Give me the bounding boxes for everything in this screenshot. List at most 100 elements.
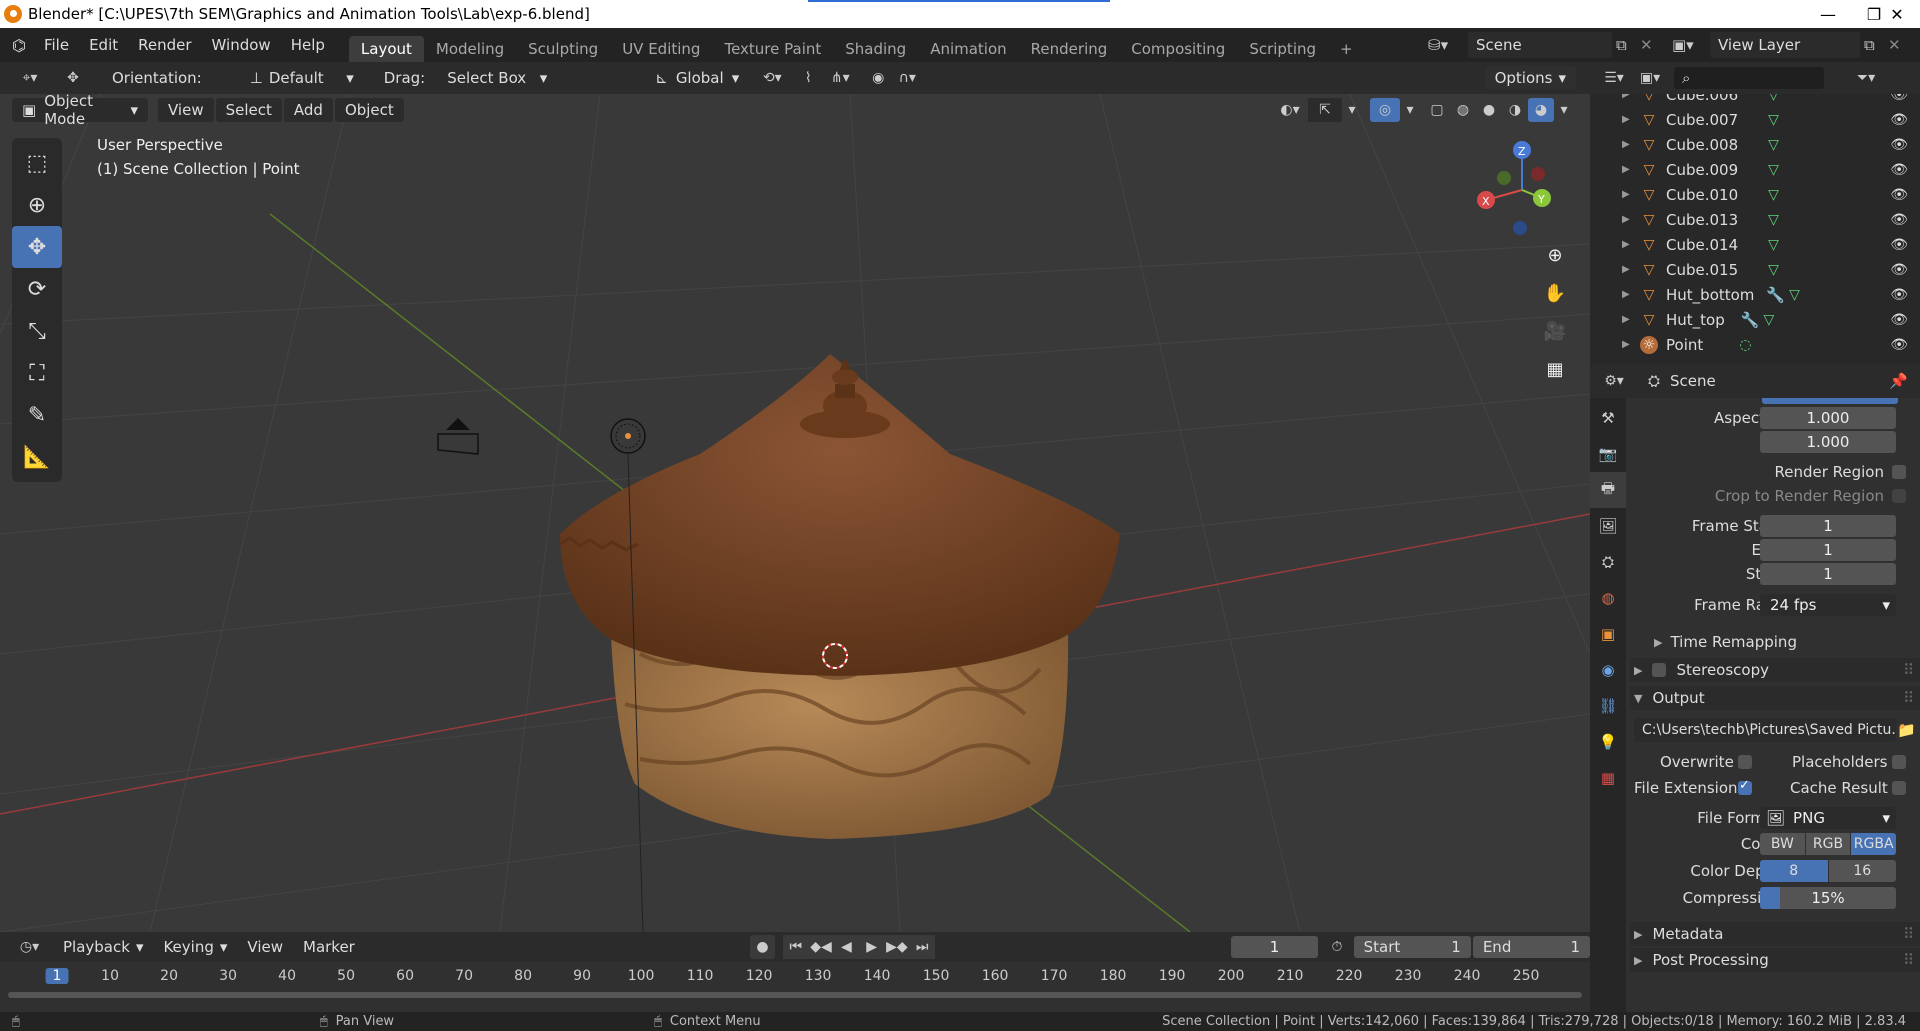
view-layer-tab-icon[interactable]: 🖼 bbox=[1590, 508, 1626, 544]
gizmo-icon[interactable]: ⇱ bbox=[1308, 98, 1342, 122]
zoom-icon[interactable]: ⊕ bbox=[1538, 238, 1572, 272]
eye-icon[interactable]: 👁 bbox=[1890, 337, 1908, 353]
eye-icon[interactable]: 👁 bbox=[1890, 137, 1908, 153]
world-tab-icon[interactable]: ◍ bbox=[1590, 580, 1626, 616]
metadata-panel[interactable]: ▶ Metadata ⠿ bbox=[1630, 922, 1920, 946]
add-workspace-icon[interactable]: + bbox=[1328, 36, 1365, 62]
color-depth-8-button[interactable]: 8 bbox=[1760, 860, 1828, 882]
drag-handle-icon[interactable]: ⠿ bbox=[1903, 689, 1914, 707]
outliner-row-hut-top[interactable]: ▶ ▽ Hut_top 🔧 ▽ 👁 bbox=[1590, 307, 1920, 332]
tab-uv-editing[interactable]: UV Editing bbox=[610, 36, 712, 62]
outliner-row-cube-006[interactable]: ▶ ▽ Cube.006 ▽ 👁 bbox=[1590, 94, 1920, 107]
tab-animation[interactable]: Animation bbox=[918, 36, 1018, 62]
measure-tool-icon[interactable]: 📐 bbox=[12, 436, 62, 478]
material-shading-icon[interactable]: ◑ bbox=[1502, 98, 1528, 122]
eye-icon[interactable]: 👁 bbox=[1890, 287, 1908, 303]
xray-icon[interactable]: ▢ bbox=[1424, 98, 1450, 122]
outliner-search-input[interactable]: ⌕ bbox=[1674, 67, 1824, 89]
scene-tab-icon[interactable]: ⛭ bbox=[1590, 544, 1626, 580]
view-layer-icon[interactable]: ▣▾ bbox=[1672, 32, 1708, 58]
transform-orientation-dropdown[interactable]: ⊾ Global ▾ bbox=[647, 66, 748, 90]
eye-icon[interactable]: 👁 bbox=[1890, 262, 1908, 278]
tab-sculpting[interactable]: Sculpting bbox=[516, 36, 610, 62]
falloff-icon[interactable]: ∩▾ bbox=[891, 66, 923, 90]
drag-handle-icon[interactable]: ⠿ bbox=[1903, 951, 1914, 969]
cache-result-checkbox[interactable] bbox=[1892, 781, 1906, 795]
file-extensions-checkbox[interactable] bbox=[1738, 778, 1752, 795]
delete-scene-icon[interactable]: ✕ bbox=[1640, 32, 1660, 58]
eye-icon[interactable]: 👁 bbox=[1890, 312, 1908, 328]
menu-render[interactable]: Render bbox=[128, 36, 201, 54]
hut-model[interactable] bbox=[559, 354, 1120, 839]
stereoscopy-panel[interactable]: ▶ Stereoscopy ⠿ bbox=[1630, 658, 1920, 682]
delete-view-layer-icon[interactable]: ✕ bbox=[1888, 32, 1908, 58]
tab-shading[interactable]: Shading bbox=[833, 36, 918, 62]
chevron-down-icon[interactable]: ▾ bbox=[1400, 98, 1420, 122]
annotate-tool-icon[interactable]: ✎ bbox=[12, 394, 62, 436]
render-region-checkbox[interactable] bbox=[1892, 465, 1906, 479]
post-processing-panel[interactable]: ▶ Post Processing ⠿ bbox=[1630, 948, 1920, 972]
blender-menu-icon[interactable]: ⌬ bbox=[12, 36, 26, 55]
menu-window[interactable]: Window bbox=[202, 36, 281, 54]
expand-icon[interactable]: ▶ bbox=[1622, 289, 1634, 300]
expand-icon[interactable]: ▶ bbox=[1622, 314, 1634, 325]
outliner-row-cube-010[interactable]: ▶ ▽ Cube.010 ▽ 👁 bbox=[1590, 182, 1920, 207]
tab-rendering[interactable]: Rendering bbox=[1019, 36, 1120, 62]
output-path-field[interactable]: C:\Users\techb\Pictures\Saved Pictu... bbox=[1634, 718, 1896, 742]
select-box-tool-icon[interactable]: ⬚ bbox=[12, 142, 62, 184]
rotate-tool-icon[interactable]: ⟳ bbox=[12, 268, 62, 310]
chevron-down-icon[interactable]: ▾ bbox=[1342, 98, 1362, 122]
editor-type-icon[interactable]: ⌖▾ bbox=[12, 66, 48, 90]
eye-icon[interactable]: 👁 bbox=[1890, 187, 1908, 203]
color-rgba-button[interactable]: RGBA bbox=[1851, 833, 1897, 855]
outliner-row-cube-014[interactable]: ▶ ▽ Cube.014 ▽ 👁 bbox=[1590, 232, 1920, 257]
time-remapping-panel[interactable]: ▶ Time Remapping bbox=[1630, 630, 1920, 654]
crop-region-checkbox[interactable] bbox=[1892, 489, 1906, 503]
expand-icon[interactable]: ▶ bbox=[1622, 114, 1634, 125]
scene-field[interactable]: Scene bbox=[1468, 32, 1612, 58]
expand-icon[interactable]: ▶ bbox=[1622, 189, 1634, 200]
eye-icon[interactable]: 👁 bbox=[1890, 162, 1908, 178]
output-tab-icon[interactable]: 🖶 bbox=[1590, 472, 1626, 508]
aspect-y-field[interactable]: 1.000 bbox=[1760, 431, 1896, 453]
display-mode-icon[interactable]: ▣▾ bbox=[1632, 66, 1668, 90]
outliner-editor-icon[interactable]: ☰▾ bbox=[1596, 66, 1632, 90]
eye-icon[interactable]: 👁 bbox=[1890, 237, 1908, 253]
solid-shading-icon[interactable]: ● bbox=[1476, 98, 1502, 122]
navigation-gizmo[interactable]: Z X Y bbox=[1477, 141, 1551, 235]
chevron-down-icon[interactable]: ▾ bbox=[1554, 98, 1574, 122]
tool-tab-icon[interactable]: ⚒ bbox=[1590, 400, 1626, 436]
frame-rate-dropdown[interactable]: 24 fps ▾ bbox=[1760, 594, 1896, 616]
transform-tool-icon[interactable]: ⛶ bbox=[12, 352, 62, 394]
wireframe-shading-icon[interactable]: ◍ bbox=[1450, 98, 1476, 122]
eye-icon[interactable]: 👁 bbox=[1890, 94, 1908, 103]
drag-handle-icon[interactable]: ⠿ bbox=[1903, 925, 1914, 943]
filter-icon[interactable]: ⏷▾ bbox=[1848, 66, 1884, 90]
outliner-row-cube-008[interactable]: ▶ ▽ Cube.008 ▽ 👁 bbox=[1590, 132, 1920, 157]
frame-step-field[interactable]: 1 bbox=[1760, 563, 1896, 585]
expand-icon[interactable]: ▶ bbox=[1622, 339, 1634, 350]
cursor-tool-icon[interactable]: ⊕ bbox=[12, 184, 62, 226]
overwrite-checkbox[interactable] bbox=[1738, 755, 1752, 769]
options-button[interactable]: Options ▾ bbox=[1484, 66, 1576, 90]
move-tool-icon[interactable]: ✥ bbox=[12, 226, 62, 268]
expand-icon[interactable]: ▶ bbox=[1622, 214, 1634, 225]
pivot-point-icon[interactable]: ⟲▾ bbox=[753, 66, 791, 90]
tab-layout[interactable]: Layout bbox=[348, 36, 424, 62]
object-tab-icon[interactable]: ▣ bbox=[1590, 616, 1626, 652]
drag-handle-icon[interactable]: ⠿ bbox=[1903, 661, 1914, 679]
render-tab-icon[interactable]: 📷 bbox=[1590, 436, 1626, 472]
aspect-x-field[interactable]: 1.000 bbox=[1760, 407, 1896, 429]
compression-slider[interactable]: 15% bbox=[1760, 887, 1896, 909]
outliner-row-cube-015[interactable]: ▶ ▽ Cube.015 ▽ 👁 bbox=[1590, 257, 1920, 282]
perspective-toggle-icon[interactable]: ▦ bbox=[1538, 352, 1572, 386]
eye-icon[interactable]: 👁 bbox=[1890, 212, 1908, 228]
placeholders-checkbox[interactable] bbox=[1892, 755, 1906, 769]
move-tool-icon[interactable]: ✥ bbox=[60, 66, 86, 90]
stereoscopy-checkbox[interactable] bbox=[1652, 663, 1667, 677]
color-rgb-button[interactable]: RGB bbox=[1805, 833, 1851, 855]
folder-icon[interactable]: 📁 bbox=[1897, 721, 1916, 739]
view-layer-field[interactable]: View Layer bbox=[1710, 32, 1860, 58]
tab-compositing[interactable]: Compositing bbox=[1119, 36, 1237, 62]
snap-toggle-icon[interactable]: ⌇ bbox=[795, 66, 821, 90]
